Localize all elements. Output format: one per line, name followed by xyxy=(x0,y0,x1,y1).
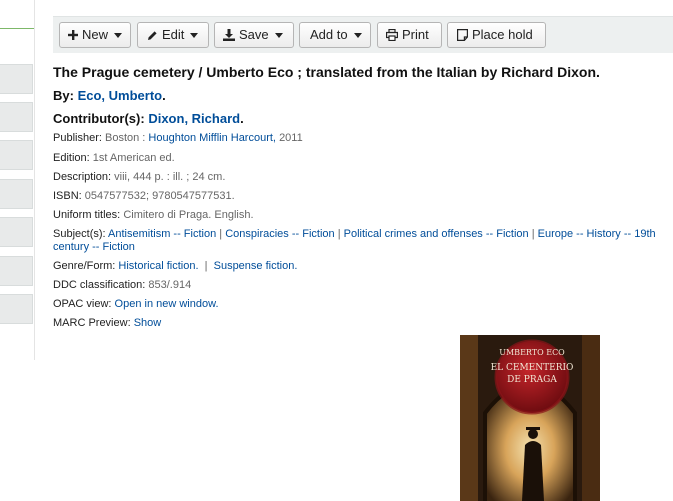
publisher-year: 2011 xyxy=(279,132,303,144)
subjects-label: Subject(s): xyxy=(53,228,106,240)
printer-icon xyxy=(386,29,398,41)
book-cover-image[interactable]: UMBERTO ECO EL CEMENTERIO DE PRAGA xyxy=(460,335,600,501)
edition-label: Edition: xyxy=(53,152,90,164)
contributors-label: Contributor(s): xyxy=(53,111,145,126)
sidebar-tab-1[interactable] xyxy=(0,64,33,94)
subject-link[interactable]: Antisemitism -- Fiction xyxy=(108,228,216,240)
edition-row: Edition: 1st American ed. xyxy=(53,152,175,165)
opac-link[interactable]: Open in new window. xyxy=(115,298,219,310)
record-title: The Prague cemetery / Umberto Eco ; tran… xyxy=(53,64,600,80)
sidebar-tab-7[interactable] xyxy=(0,294,33,324)
print-button-label: Print xyxy=(402,27,429,42)
genre-row: Genre/Form: Historical fiction. | Suspen… xyxy=(53,260,298,272)
contributor-link[interactable]: Dixon, Richard xyxy=(148,111,240,126)
edit-button-label: Edit xyxy=(162,27,185,42)
publisher-place: Boston : xyxy=(104,132,146,144)
subjects-row-continued: century -- Fiction xyxy=(53,241,135,254)
contributors-line: Contributor(s): Dixon, Richard. xyxy=(53,111,244,126)
sidebar-divider xyxy=(0,28,34,29)
opac-row: OPAC view: Open in new window. xyxy=(53,298,219,311)
sticky-note-icon xyxy=(456,29,468,41)
left-sidebar xyxy=(0,0,35,360)
add-to-button-label: Add to xyxy=(310,27,348,42)
sidebar-tab-2[interactable] xyxy=(0,102,33,132)
place-hold-button-label: Place hold xyxy=(472,27,533,42)
cover-title-line-2: DE PRAGA xyxy=(507,375,557,385)
chevron-down-icon xyxy=(114,32,123,38)
uniform-titles-value: Cimitero di Praga. English. xyxy=(123,209,254,221)
print-button[interactable]: Print xyxy=(377,22,442,48)
cover-author: UMBERTO ECO xyxy=(499,348,565,357)
publisher-link[interactable]: Houghton Mifflin Harcourt, xyxy=(148,132,276,144)
author-link[interactable]: Eco, Umberto xyxy=(78,88,163,103)
by-label: By: xyxy=(53,88,74,103)
genre-label: Genre/Form: xyxy=(53,260,116,272)
sidebar-tab-3[interactable] xyxy=(0,140,33,170)
isbn-value: 0547577532; 9780547577531. xyxy=(84,190,235,202)
subject-link[interactable]: Europe -- History -- 19th xyxy=(538,228,656,240)
save-button-label: Save xyxy=(239,27,269,42)
download-icon xyxy=(223,29,235,41)
description-label: Description: xyxy=(53,171,112,183)
edit-button[interactable]: Edit xyxy=(137,22,209,48)
isbn-row: ISBN: 0547577532; 9780547577531. xyxy=(53,190,235,203)
marc-show-link[interactable]: Show xyxy=(134,317,162,329)
cover-title-line-1: EL CEMENTERIO xyxy=(491,363,574,373)
opac-label: OPAC view: xyxy=(53,298,112,310)
publisher-row: Publisher: Boston : Houghton Mifflin Har… xyxy=(53,132,303,145)
genre-link[interactable]: Suspense fiction. xyxy=(214,260,298,272)
pencil-icon xyxy=(146,29,158,41)
edition-value: 1st American ed. xyxy=(92,152,175,164)
sidebar-tab-4[interactable] xyxy=(0,179,33,209)
plus-icon xyxy=(68,29,78,41)
chevron-down-icon xyxy=(190,32,199,38)
record-toolbar: New Edit Save Add to Print Place hold xyxy=(53,16,673,53)
uniform-titles-row: Uniform titles: Cimitero di Praga. Engli… xyxy=(53,209,254,222)
description-row: Description: viii, 444 p. : ill. ; 24 cm… xyxy=(53,171,225,184)
subject-link[interactable]: Political crimes and offenses -- Fiction xyxy=(344,228,529,240)
author-line: By: Eco, Umberto. xyxy=(53,88,166,103)
sidebar-tab-6[interactable] xyxy=(0,256,33,286)
genre-link[interactable]: Historical fiction. xyxy=(118,260,198,272)
sidebar-tab-5[interactable] xyxy=(0,217,33,247)
subject-link-continued[interactable]: century -- Fiction xyxy=(53,241,135,253)
subject-link[interactable]: Conspiracies -- Fiction xyxy=(225,228,334,240)
ddc-value: 853/.914 xyxy=(148,279,192,291)
save-button[interactable]: Save xyxy=(214,22,294,48)
publisher-label: Publisher: xyxy=(53,132,102,144)
ddc-row: DDC classification: 853/.914 xyxy=(53,279,191,292)
isbn-label: ISBN: xyxy=(53,190,82,202)
chevron-down-icon xyxy=(274,32,283,38)
add-to-button[interactable]: Add to xyxy=(299,22,371,48)
marc-row: MARC Preview: Show xyxy=(53,317,161,330)
description-value: viii, 444 p. : ill. ; 24 cm. xyxy=(114,171,226,183)
subjects-row: Subject(s): Antisemitism -- Fiction | Co… xyxy=(53,228,656,240)
new-button-label: New xyxy=(82,27,109,42)
marc-label: MARC Preview: xyxy=(53,317,131,329)
chevron-down-icon xyxy=(353,32,362,38)
uniform-titles-label: Uniform titles: xyxy=(53,209,121,221)
ddc-label: DDC classification: xyxy=(53,279,146,291)
place-hold-button[interactable]: Place hold xyxy=(447,22,546,48)
new-button[interactable]: New xyxy=(59,22,131,48)
